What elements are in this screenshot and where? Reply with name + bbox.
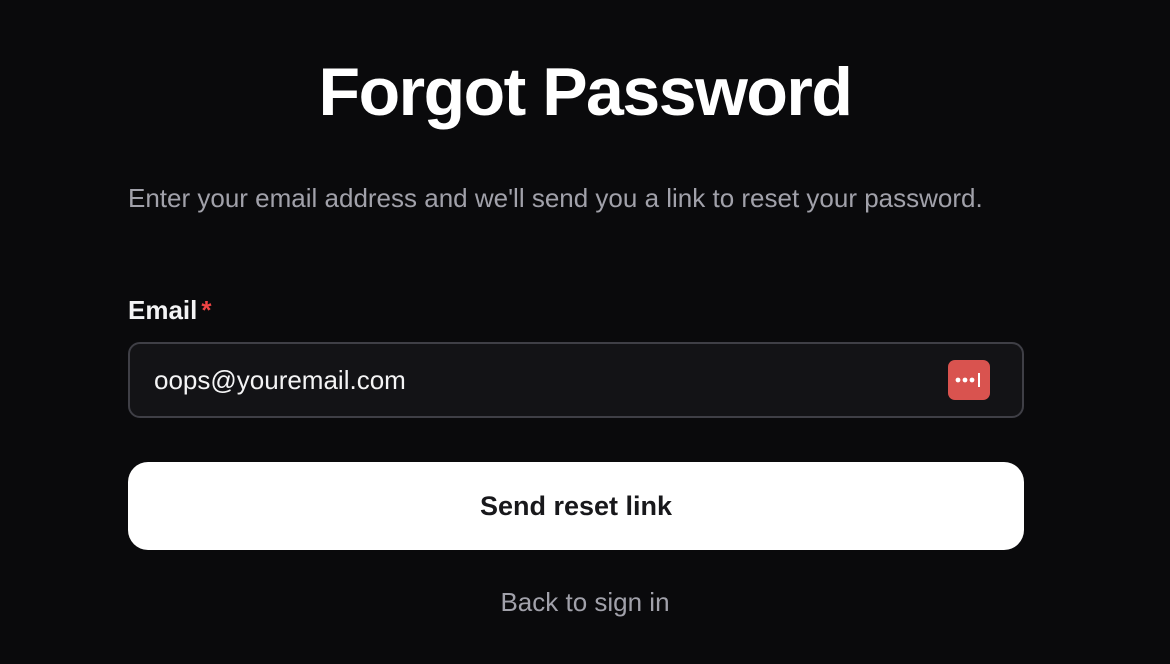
email-label-text: Email [128,295,198,325]
password-dots-icon [955,373,980,387]
page-title: Forgot Password [318,54,853,130]
back-to-sign-in-link[interactable]: Back to sign in [0,584,1170,620]
send-reset-link-button[interactable]: Send reset link [128,462,1024,550]
required-marker: * [201,295,212,325]
page-description: Enter your email address and we'll send … [128,183,983,213]
email-field[interactable] [154,344,934,416]
email-field-container [128,342,1024,418]
password-manager-icon[interactable] [948,360,990,400]
email-label: Email * [128,292,212,328]
forgot-password-page: Forgot Password Enter your email address… [0,0,1170,664]
